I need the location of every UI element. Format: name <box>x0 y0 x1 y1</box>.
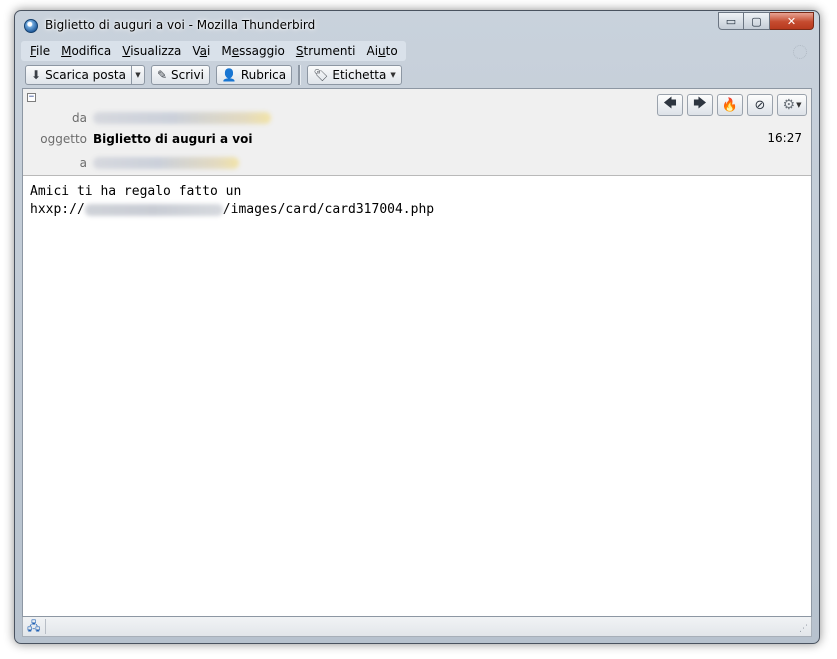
window-title: Biglietto di auguri a voi - Mozilla Thun… <box>45 18 316 32</box>
subject-label: oggetto <box>40 132 87 146</box>
minimize-button[interactable]: ▭ <box>718 12 744 30</box>
other-actions-button[interactable]: ⚙ ▼ <box>777 94 807 116</box>
address-book-button[interactable]: 👤 Rubrica <box>215 65 293 85</box>
message-header: − da oggetto Biglietto di auguri a voi a… <box>23 89 811 176</box>
title-bar[interactable]: Biglietto di auguri a voi - Mozilla Thun… <box>15 11 819 41</box>
close-button[interactable]: ✕ <box>770 12 814 30</box>
download-icon: ⬇ <box>31 68 42 82</box>
menu-strumenti[interactable]: Strumenti <box>290 41 361 61</box>
maximize-icon: ▢ <box>751 14 762 28</box>
from-row: da <box>23 110 271 126</box>
resize-grip-icon[interactable]: ⋰ <box>799 625 808 634</box>
from-label: da <box>72 111 87 125</box>
header-actions: 🡄 🡆 🔥 ⊘ ⚙ ▼ <box>653 94 807 116</box>
pencil-icon: ✎ <box>156 68 167 82</box>
message-pane: − da oggetto Biglietto di auguri a voi a… <box>22 88 812 617</box>
forward-button[interactable]: 🡆 <box>687 94 713 116</box>
forward-icon: 🡆 <box>693 96 707 111</box>
thunderbird-icon <box>24 19 38 33</box>
get-mail-split-button: ⬇ Scarica posta ▼ <box>25 65 145 85</box>
from-address-redacted[interactable] <box>93 112 271 124</box>
reply-icon: 🡄 <box>663 96 677 111</box>
subject-row: oggetto Biglietto di auguri a voi <box>23 131 252 147</box>
junk-icon: 🔥 <box>721 97 739 113</box>
menu-aiuto[interactable]: Aiuto <box>361 41 403 61</box>
tag-button[interactable]: 🏷 Etichetta ▼ <box>307 65 402 85</box>
junk-button[interactable]: 🔥 <box>717 94 743 116</box>
online-status-icon[interactable]: 🖧 <box>27 620 41 632</box>
to-label: a <box>79 156 87 170</box>
url-host-redacted[interactable] <box>84 203 223 216</box>
menu-visualizza[interactable]: Visualizza <box>116 41 186 61</box>
thunderbird-window: Biglietto di auguri a voi - Mozilla Thun… <box>14 10 820 644</box>
activity-indicator-icon <box>793 45 807 59</box>
url-suffix[interactable]: /images/card/card317004.php <box>223 202 434 217</box>
write-button[interactable]: ✎ Scrivi <box>150 65 210 85</box>
maximize-button[interactable]: ▢ <box>744 12 770 30</box>
message-time: 16:27 <box>767 131 802 145</box>
chevron-down-icon: ▼ <box>390 71 396 79</box>
menu-messaggio[interactable]: Messaggio <box>215 41 290 61</box>
status-separator <box>45 619 46 634</box>
collapse-header-toggle[interactable]: − <box>27 93 36 102</box>
menu-bar: File Modifica Visualizza Vai Messaggio S… <box>21 41 406 61</box>
gear-icon: ⚙ <box>782 97 796 113</box>
delete-icon: ⊘ <box>754 97 766 113</box>
url-prefix[interactable]: hxxp:// <box>30 202 85 217</box>
menu-file[interactable]: File <box>24 41 55 61</box>
person-icon: 👤 <box>221 68 237 82</box>
toolbar-separator <box>298 65 302 85</box>
get-mail-dropdown-button[interactable]: ▼ <box>131 65 145 85</box>
get-mail-button[interactable]: ⬇ Scarica posta <box>25 65 132 85</box>
delete-button[interactable]: ⊘ <box>747 94 773 116</box>
subject-value: Biglietto di auguri a voi <box>93 132 253 146</box>
chevron-down-icon: ▼ <box>135 71 141 79</box>
reply-button[interactable]: 🡄 <box>657 94 683 116</box>
to-address-redacted[interactable] <box>93 157 239 169</box>
to-row: a <box>23 155 239 171</box>
window-controls: ▭ ▢ ✕ <box>718 12 814 30</box>
minimize-icon: ▭ <box>725 14 737 28</box>
status-bar: 🖧 ⋰ <box>22 617 812 637</box>
menu-vai[interactable]: Vai <box>186 41 215 61</box>
chevron-down-icon: ▼ <box>796 101 802 109</box>
message-line-1: Amici ti ha regalo fatto un <box>30 184 242 199</box>
tag-icon: 🏷 <box>313 68 329 82</box>
main-toolbar: ⬇ Scarica posta ▼ ✎ Scrivi 👤 Rubrica 🏷 E… <box>25 64 408 86</box>
close-icon: ✕ <box>786 14 797 28</box>
message-body: Amici ti ha regalo fatto un hxxp:// /imag… <box>30 183 434 219</box>
menu-modifica[interactable]: Modifica <box>55 41 116 61</box>
